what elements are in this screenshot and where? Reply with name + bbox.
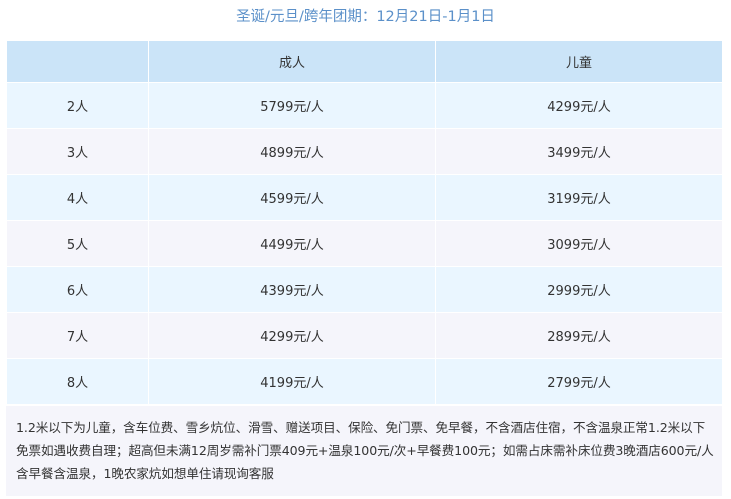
notes-text: 1.2米以下为儿童，含车位费、雪乡炕位、滑雪、赠送项目、保险、免门票、免早餐，不… [6,406,722,496]
child-price-cell: 3499元/人 [435,128,723,175]
table-row: 2人 5799元/人 4299元/人 [6,82,723,129]
group-size-cell: 4人 [6,174,149,221]
table-header-row: 成人 儿童 [6,40,723,83]
adult-price-cell: 5799元/人 [148,82,436,129]
table-row: 7人 4299元/人 2899元/人 [6,312,723,359]
period-title: 圣诞/元旦/跨年团期：12月21日-1月1日 [236,9,495,25]
child-price-cell: 2799元/人 [435,358,723,405]
group-size-cell: 2人 [6,82,149,129]
adult-price-cell: 4299元/人 [148,312,436,359]
table-row: 4人 4599元/人 3199元/人 [6,174,723,221]
header-group-size [6,40,149,83]
table-row: 3人 4899元/人 3499元/人 [6,128,723,175]
group-size-cell: 6人 [6,266,149,313]
group-size-cell: 7人 [6,312,149,359]
group-size-cell: 3人 [6,128,149,175]
group-size-cell: 8人 [6,358,149,405]
group-size-cell: 5人 [6,220,149,267]
adult-price-cell: 4199元/人 [148,358,436,405]
price-table: 成人 儿童 2人 5799元/人 4299元/人 3人 4899元/人 3499… [6,40,723,405]
header-child: 儿童 [435,40,723,83]
child-price-cell: 4299元/人 [435,82,723,129]
table-row: 5人 4499元/人 3099元/人 [6,220,723,267]
adult-price-cell: 4499元/人 [148,220,436,267]
table-row: 6人 4399元/人 2999元/人 [6,266,723,313]
adult-price-cell: 4399元/人 [148,266,436,313]
adult-price-cell: 4899元/人 [148,128,436,175]
child-price-cell: 3199元/人 [435,174,723,221]
child-price-cell: 2999元/人 [435,266,723,313]
child-price-cell: 3099元/人 [435,220,723,267]
table-row: 8人 4199元/人 2799元/人 [6,358,723,405]
adult-price-cell: 4599元/人 [148,174,436,221]
child-price-cell: 2899元/人 [435,312,723,359]
header-adult: 成人 [148,40,436,83]
